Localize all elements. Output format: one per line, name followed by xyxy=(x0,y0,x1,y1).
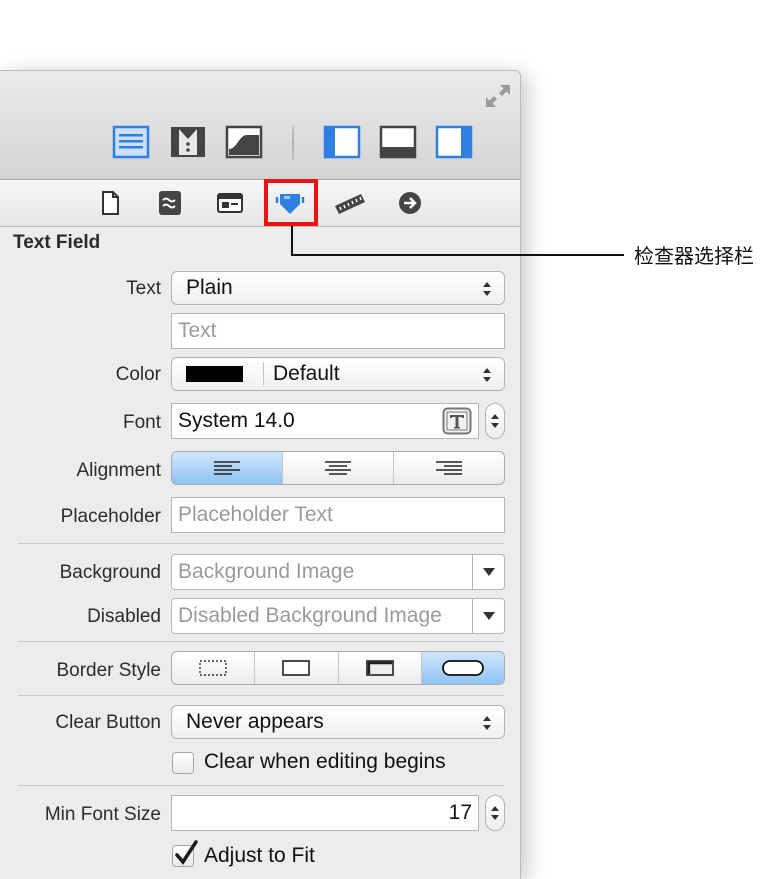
popup-arrows-icon xyxy=(483,716,491,730)
checkmark-icon xyxy=(175,840,198,865)
align-right-button[interactable] xyxy=(394,452,504,484)
border-none-button[interactable] xyxy=(172,652,256,684)
border-style-segmented-control xyxy=(171,651,505,685)
font-label: Font xyxy=(122,412,161,433)
window-toolbar xyxy=(0,71,520,180)
align-left-button[interactable] xyxy=(172,452,283,484)
clear-button-label: Clear Button xyxy=(55,712,161,733)
callout-line xyxy=(291,226,293,256)
editor-assistant-icon[interactable] xyxy=(169,125,207,159)
clear-when-editing-label: Clear when editing begins xyxy=(204,750,446,773)
connections-inspector-icon[interactable] xyxy=(393,189,427,217)
callout-line xyxy=(291,254,624,256)
chevron-down-icon xyxy=(482,568,495,576)
toolbar-separator xyxy=(292,125,294,161)
disabled-combo[interactable]: Disabled Background Image xyxy=(171,598,505,634)
disabled-dropdown-button[interactable] xyxy=(472,599,504,633)
align-left-icon xyxy=(214,461,240,475)
identity-inspector-icon[interactable] xyxy=(213,189,247,217)
background-combo[interactable]: Background Image xyxy=(171,554,505,590)
font-picker-icon[interactable] xyxy=(442,407,472,435)
align-center-icon xyxy=(325,461,351,475)
text-label: Text xyxy=(126,278,161,299)
background-placeholder: Background Image xyxy=(178,560,355,583)
placeholder-input[interactable]: Placeholder Text xyxy=(171,497,505,533)
border-bezel-icon xyxy=(365,660,394,676)
disabled-label: Disabled xyxy=(87,606,161,627)
stepper-arrows-icon xyxy=(491,414,499,428)
debug-area-toggle-icon[interactable] xyxy=(379,125,417,159)
align-right-icon xyxy=(436,461,462,475)
border-rounded-icon xyxy=(441,660,484,676)
min-font-size-stepper[interactable] xyxy=(485,795,505,831)
background-label: Background xyxy=(59,562,161,583)
file-inspector-icon[interactable] xyxy=(93,189,127,217)
disabled-placeholder: Disabled Background Image xyxy=(178,604,442,627)
navigator-toggle-icon[interactable] xyxy=(323,125,361,159)
utilities-toggle-icon[interactable] xyxy=(435,125,473,159)
border-none-icon xyxy=(199,660,227,676)
alignment-label: Alignment xyxy=(76,460,162,481)
section-title: Text Field xyxy=(13,232,101,253)
popup-arrows-icon xyxy=(483,282,491,296)
placeholder-label: Placeholder xyxy=(60,506,161,527)
clear-button-popup[interactable]: Never appears xyxy=(171,705,505,739)
min-font-size-field[interactable]: 17 xyxy=(171,795,479,831)
quick-help-icon[interactable] xyxy=(153,189,187,217)
border-line-button[interactable] xyxy=(255,652,339,684)
clear-button-value: Never appears xyxy=(186,710,324,733)
border-rounded-button[interactable] xyxy=(421,652,504,684)
inspector-selector-bar xyxy=(0,180,520,227)
alignment-segmented-control xyxy=(171,451,505,485)
text-input-placeholder: Text xyxy=(178,319,217,342)
section-separator xyxy=(18,543,504,544)
adjust-to-fit-label: Adjust to Fit xyxy=(204,844,315,867)
font-value: System 14.0 xyxy=(178,409,295,432)
editor-version-icon[interactable] xyxy=(225,125,263,159)
clear-when-editing-checkbox[interactable] xyxy=(172,752,194,774)
color-swatch xyxy=(186,366,243,382)
adjust-to-fit-checkbox[interactable] xyxy=(172,840,198,867)
editor-standard-icon[interactable] xyxy=(112,125,150,159)
border-style-label: Border Style xyxy=(56,660,161,681)
text-input[interactable]: Text xyxy=(171,313,505,349)
popup-arrows-icon xyxy=(483,368,491,382)
background-dropdown-button[interactable] xyxy=(472,555,504,589)
placeholder-input-placeholder: Placeholder Text xyxy=(178,503,333,526)
fullscreen-icon[interactable] xyxy=(482,81,514,111)
border-line-icon xyxy=(282,660,311,676)
text-type-value: Plain xyxy=(186,276,233,299)
color-value: Default xyxy=(273,362,340,385)
section-separator xyxy=(18,695,504,696)
callout-label: 检查器选择栏 xyxy=(634,244,754,268)
align-center-button[interactable] xyxy=(283,452,394,484)
selector-highlight-box xyxy=(264,179,318,226)
border-bezel-button[interactable] xyxy=(339,652,422,684)
section-separator xyxy=(18,641,504,642)
font-size-stepper[interactable] xyxy=(485,403,505,439)
stepper-arrows-icon xyxy=(491,806,499,820)
section-separator xyxy=(18,785,504,786)
min-font-size-label: Min Font Size xyxy=(44,804,161,825)
size-inspector-icon[interactable] xyxy=(333,189,367,217)
min-font-size-value: 17 xyxy=(448,801,472,824)
color-divider xyxy=(263,362,264,386)
text-type-popup[interactable]: Plain xyxy=(171,271,505,305)
color-label: Color xyxy=(115,364,161,385)
color-popup[interactable]: Default xyxy=(171,357,505,391)
font-field[interactable]: System 14.0 xyxy=(171,403,479,439)
chevron-down-icon xyxy=(482,612,495,620)
